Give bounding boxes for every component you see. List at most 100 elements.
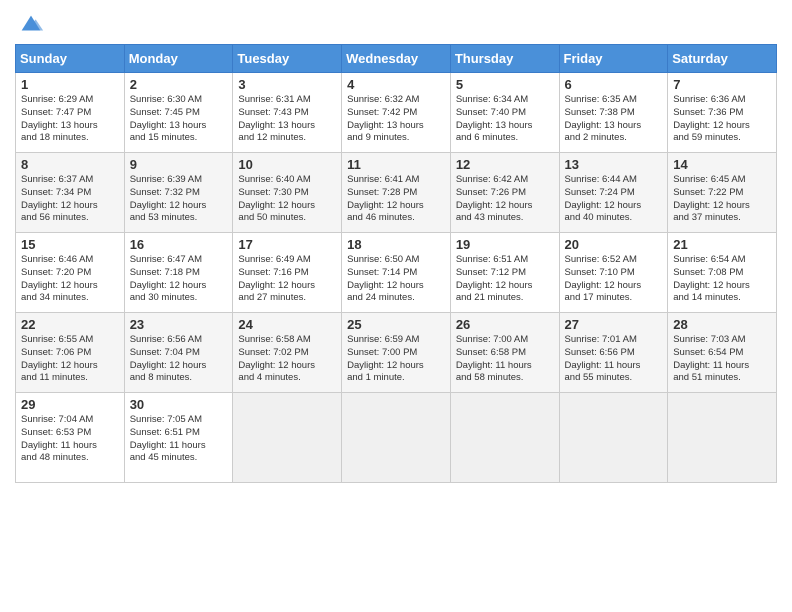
calendar-day-cell — [668, 393, 777, 483]
day-of-week-header: Monday — [124, 45, 233, 73]
day-number: 21 — [673, 237, 771, 252]
calendar-day-cell: 3 Sunrise: 6:31 AM Sunset: 7:43 PM Daylig… — [233, 73, 342, 153]
day-number: 23 — [130, 317, 228, 332]
day-number: 7 — [673, 77, 771, 92]
day-info: Sunrise: 6:44 AM Sunset: 7:24 PM Dayligh… — [565, 174, 663, 225]
day-number: 17 — [238, 237, 336, 252]
day-of-week-header: Tuesday — [233, 45, 342, 73]
calendar-day-cell: 15 Sunrise: 6:46 AM Sunset: 7:20 PM Dayli… — [16, 233, 125, 313]
calendar-day-cell: 26 Sunrise: 7:00 AM Sunset: 6:58 PM Dayli… — [450, 313, 559, 393]
day-info: Sunrise: 6:41 AM Sunset: 7:28 PM Dayligh… — [347, 174, 445, 225]
day-number: 12 — [456, 157, 554, 172]
calendar-day-cell: 10 Sunrise: 6:40 AM Sunset: 7:30 PM Dayli… — [233, 153, 342, 233]
day-info: Sunrise: 6:32 AM Sunset: 7:42 PM Dayligh… — [347, 94, 445, 145]
day-number: 29 — [21, 397, 119, 412]
calendar-day-cell — [450, 393, 559, 483]
calendar-day-cell: 23 Sunrise: 6:56 AM Sunset: 7:04 PM Dayli… — [124, 313, 233, 393]
day-number: 8 — [21, 157, 119, 172]
day-info: Sunrise: 7:05 AM Sunset: 6:51 PM Dayligh… — [130, 414, 228, 465]
day-number: 22 — [21, 317, 119, 332]
day-of-week-header: Thursday — [450, 45, 559, 73]
calendar-day-cell: 11 Sunrise: 6:41 AM Sunset: 7:28 PM Dayli… — [342, 153, 451, 233]
calendar-day-cell — [342, 393, 451, 483]
day-info: Sunrise: 6:29 AM Sunset: 7:47 PM Dayligh… — [21, 94, 119, 145]
day-of-week-header: Saturday — [668, 45, 777, 73]
day-number: 5 — [456, 77, 554, 92]
calendar-day-cell: 9Sunrise: 6:39 AM Sunset: 7:32 PM Daylig… — [124, 153, 233, 233]
day-number: 15 — [21, 237, 119, 252]
day-number: 9 — [130, 157, 228, 172]
day-number: 2 — [130, 77, 228, 92]
day-info: Sunrise: 6:45 AM Sunset: 7:22 PM Dayligh… — [673, 174, 771, 225]
calendar-week-row: 15 Sunrise: 6:46 AM Sunset: 7:20 PM Dayli… — [16, 233, 777, 313]
calendar-day-cell — [233, 393, 342, 483]
day-number: 14 — [673, 157, 771, 172]
day-info: Sunrise: 6:50 AM Sunset: 7:14 PM Dayligh… — [347, 254, 445, 305]
calendar-day-cell: 21 Sunrise: 6:54 AM Sunset: 7:08 PM Dayli… — [668, 233, 777, 313]
calendar-day-cell: 24 Sunrise: 6:58 AM Sunset: 7:02 PM Dayli… — [233, 313, 342, 393]
calendar-week-row: 8 Sunrise: 6:37 AM Sunset: 7:34 PM Daylig… — [16, 153, 777, 233]
day-number: 1 — [21, 77, 119, 92]
day-info: Sunrise: 6:37 AM Sunset: 7:34 PM Dayligh… — [21, 174, 119, 225]
calendar-day-cell: 5 Sunrise: 6:34 AM Sunset: 7:40 PM Daylig… — [450, 73, 559, 153]
day-number: 26 — [456, 317, 554, 332]
calendar-week-row: 29 Sunrise: 7:04 AM Sunset: 6:53 PM Dayli… — [16, 393, 777, 483]
day-number: 6 — [565, 77, 663, 92]
day-info: Sunrise: 6:36 AM Sunset: 7:36 PM Dayligh… — [673, 94, 771, 145]
day-info: Sunrise: 7:00 AM Sunset: 6:58 PM Dayligh… — [456, 334, 554, 385]
day-number: 3 — [238, 77, 336, 92]
day-info: Sunrise: 6:58 AM Sunset: 7:02 PM Dayligh… — [238, 334, 336, 385]
day-info: Sunrise: 6:46 AM Sunset: 7:20 PM Dayligh… — [21, 254, 119, 305]
day-number: 13 — [565, 157, 663, 172]
day-number: 4 — [347, 77, 445, 92]
calendar-header-row: SundayMondayTuesdayWednesdayThursdayFrid… — [16, 45, 777, 73]
day-of-week-header: Sunday — [16, 45, 125, 73]
logo — [15, 14, 45, 38]
day-info: Sunrise: 6:47 AM Sunset: 7:18 PM Dayligh… — [130, 254, 228, 305]
page-header — [15, 10, 777, 38]
calendar-day-cell — [559, 393, 668, 483]
day-of-week-header: Friday — [559, 45, 668, 73]
calendar-day-cell: 20 Sunrise: 6:52 AM Sunset: 7:10 PM Dayli… — [559, 233, 668, 313]
day-number: 11 — [347, 157, 445, 172]
day-info: Sunrise: 7:03 AM Sunset: 6:54 PM Dayligh… — [673, 334, 771, 385]
calendar-day-cell: 30 Sunrise: 7:05 AM Sunset: 6:51 PM Dayli… — [124, 393, 233, 483]
calendar-day-cell: 29 Sunrise: 7:04 AM Sunset: 6:53 PM Dayli… — [16, 393, 125, 483]
calendar-day-cell: 28 Sunrise: 7:03 AM Sunset: 6:54 PM Dayli… — [668, 313, 777, 393]
calendar-day-cell: 22 Sunrise: 6:55 AM Sunset: 7:06 PM Dayli… — [16, 313, 125, 393]
day-info: Sunrise: 7:01 AM Sunset: 6:56 PM Dayligh… — [565, 334, 663, 385]
day-info: Sunrise: 6:51 AM Sunset: 7:12 PM Dayligh… — [456, 254, 554, 305]
calendar-week-row: 1 Sunrise: 6:29 AM Sunset: 7:47 PM Daylig… — [16, 73, 777, 153]
day-number: 27 — [565, 317, 663, 332]
day-number: 30 — [130, 397, 228, 412]
day-info: Sunrise: 6:54 AM Sunset: 7:08 PM Dayligh… — [673, 254, 771, 305]
day-number: 16 — [130, 237, 228, 252]
day-number: 10 — [238, 157, 336, 172]
calendar-day-cell: 8 Sunrise: 6:37 AM Sunset: 7:34 PM Daylig… — [16, 153, 125, 233]
day-info: Sunrise: 7:04 AM Sunset: 6:53 PM Dayligh… — [21, 414, 119, 465]
day-number: 20 — [565, 237, 663, 252]
calendar-day-cell: 6 Sunrise: 6:35 AM Sunset: 7:38 PM Daylig… — [559, 73, 668, 153]
calendar-day-cell: 17 Sunrise: 6:49 AM Sunset: 7:16 PM Dayli… — [233, 233, 342, 313]
day-info: Sunrise: 6:35 AM Sunset: 7:38 PM Dayligh… — [565, 94, 663, 145]
day-info: Sunrise: 6:34 AM Sunset: 7:40 PM Dayligh… — [456, 94, 554, 145]
logo-icon — [17, 10, 45, 38]
calendar-day-cell: 25 Sunrise: 6:59 AM Sunset: 7:00 PM Dayli… — [342, 313, 451, 393]
calendar-day-cell: 2 Sunrise: 6:30 AM Sunset: 7:45 PM Daylig… — [124, 73, 233, 153]
day-info: Sunrise: 6:59 AM Sunset: 7:00 PM Dayligh… — [347, 334, 445, 385]
calendar-day-cell: 4 Sunrise: 6:32 AM Sunset: 7:42 PM Daylig… — [342, 73, 451, 153]
calendar-week-row: 22 Sunrise: 6:55 AM Sunset: 7:06 PM Dayli… — [16, 313, 777, 393]
day-info: Sunrise: 6:30 AM Sunset: 7:45 PM Dayligh… — [130, 94, 228, 145]
day-info: Sunrise: 6:55 AM Sunset: 7:06 PM Dayligh… — [21, 334, 119, 385]
day-number: 28 — [673, 317, 771, 332]
day-info: Sunrise: 6:56 AM Sunset: 7:04 PM Dayligh… — [130, 334, 228, 385]
day-info: Sunrise: 6:31 AM Sunset: 7:43 PM Dayligh… — [238, 94, 336, 145]
day-number: 24 — [238, 317, 336, 332]
day-number: 25 — [347, 317, 445, 332]
calendar-day-cell: 18Sunrise: 6:50 AM Sunset: 7:14 PM Dayli… — [342, 233, 451, 313]
day-info: Sunrise: 6:52 AM Sunset: 7:10 PM Dayligh… — [565, 254, 663, 305]
calendar-day-cell: 7 Sunrise: 6:36 AM Sunset: 7:36 PM Daylig… — [668, 73, 777, 153]
day-info: Sunrise: 6:40 AM Sunset: 7:30 PM Dayligh… — [238, 174, 336, 225]
calendar-day-cell: 1 Sunrise: 6:29 AM Sunset: 7:47 PM Daylig… — [16, 73, 125, 153]
day-info: Sunrise: 6:49 AM Sunset: 7:16 PM Dayligh… — [238, 254, 336, 305]
